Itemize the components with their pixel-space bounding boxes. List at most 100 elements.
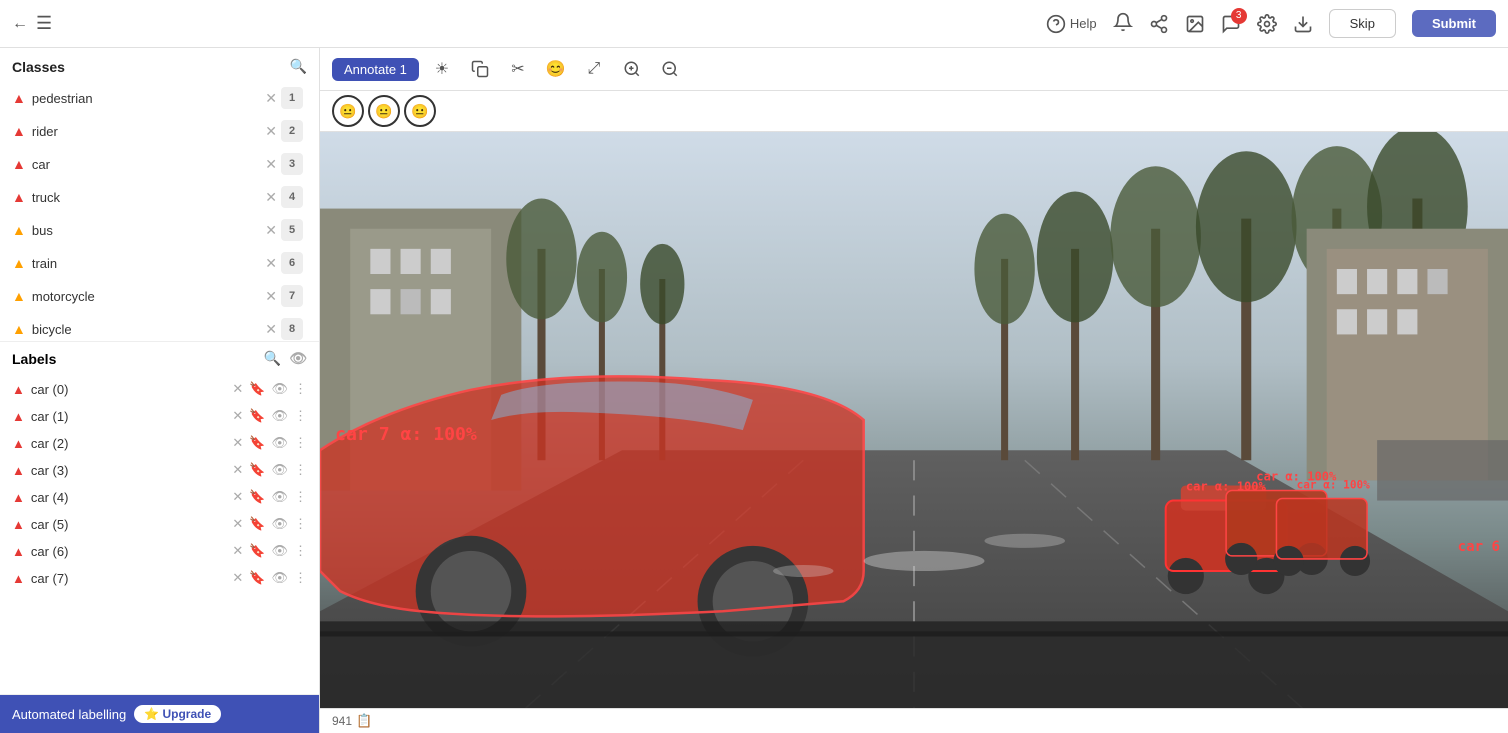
- label-pin-5[interactable]: ✕: [232, 516, 243, 532]
- skip-button[interactable]: Skip: [1329, 9, 1396, 38]
- frame-number: 941: [332, 714, 352, 728]
- label-bookmark-0[interactable]: 🔖: [249, 381, 265, 397]
- classes-header: Classes 🔍: [0, 48, 319, 81]
- class-item-train[interactable]: ▲ train ✕ 6: [4, 247, 315, 279]
- label-eye-5[interactable]: 👁: [271, 516, 288, 532]
- help-button[interactable]: Help: [1046, 14, 1097, 34]
- emoji-btn-0[interactable]: 😐: [332, 95, 364, 127]
- label-actions-1: ✕ 🔖 👁 ⋮: [232, 408, 307, 424]
- auto-label-footer[interactable]: Automated labelling ⭐ Upgrade: [0, 694, 319, 733]
- label-item-2[interactable]: ▲ car (2) ✕ 🔖 👁 ⋮: [4, 430, 315, 456]
- duplicate-tool[interactable]: [465, 54, 495, 84]
- label-more-5[interactable]: ⋮: [294, 516, 307, 532]
- label-item-3[interactable]: ▲ car (3) ✕ 🔖 👁 ⋮: [4, 457, 315, 483]
- label-pin-4[interactable]: ✕: [232, 489, 243, 505]
- label-more-7[interactable]: ⋮: [294, 570, 307, 586]
- label-eye-3[interactable]: 👁: [271, 462, 288, 478]
- pin-icon-0[interactable]: ✕: [265, 90, 277, 107]
- label-item-1[interactable]: ▲ car (1) ✕ 🔖 👁 ⋮: [4, 403, 315, 429]
- svg-text:car α: 100%: car α: 100%: [1186, 479, 1267, 493]
- label-pin-0[interactable]: ✕: [232, 381, 243, 397]
- label-pin-3[interactable]: ✕: [232, 462, 243, 478]
- labels-eye-icon[interactable]: 👁: [289, 350, 307, 367]
- label-icon-7: ▲: [12, 571, 25, 586]
- label-bookmark-7[interactable]: 🔖: [249, 570, 265, 586]
- cut-tool[interactable]: ✂: [503, 54, 533, 84]
- label-more-6[interactable]: ⋮: [294, 543, 307, 559]
- label-pin-1[interactable]: ✕: [232, 408, 243, 424]
- label-item-4[interactable]: ▲ car (4) ✕ 🔖 👁 ⋮: [4, 484, 315, 510]
- classes-search-icon[interactable]: 🔍: [290, 58, 307, 75]
- image-button[interactable]: [1185, 14, 1205, 34]
- brightness-tool[interactable]: ☀: [427, 54, 457, 84]
- label-eye-1[interactable]: 👁: [271, 408, 288, 424]
- auto-label-text: Automated labelling: [12, 707, 126, 722]
- zoom-in-tool[interactable]: [617, 54, 647, 84]
- class-item-pedestrian[interactable]: ▲ pedestrian ✕ 1: [4, 82, 315, 114]
- menu-icon[interactable]: ☰: [36, 13, 52, 34]
- export-button[interactable]: [1293, 14, 1313, 34]
- expand-tool[interactable]: ⤢: [579, 54, 609, 84]
- label-bookmark-4[interactable]: 🔖: [249, 489, 265, 505]
- zoom-out-tool[interactable]: [655, 54, 685, 84]
- svg-text:car 7 α: 100%: car 7 α: 100%: [335, 424, 477, 445]
- pin-icon-6[interactable]: ✕: [265, 288, 277, 305]
- pin-icon-7[interactable]: ✕: [265, 321, 277, 338]
- label-bookmark-5[interactable]: 🔖: [249, 516, 265, 532]
- class-item-rider[interactable]: ▲ rider ✕ 2: [4, 115, 315, 147]
- settings-button[interactable]: [1257, 14, 1277, 34]
- class-item-truck[interactable]: ▲ truck ✕ 4: [4, 181, 315, 213]
- label-icon-1: ▲: [12, 409, 25, 424]
- label-more-0[interactable]: ⋮: [294, 381, 307, 397]
- labels-search-icon[interactable]: 🔍: [264, 350, 281, 367]
- label-icon-3: ▲: [12, 463, 25, 478]
- label-pin-2[interactable]: ✕: [232, 435, 243, 451]
- zoom-in-icon: [623, 60, 641, 78]
- label-item-0[interactable]: ▲ car (0) ✕ 🔖 👁 ⋮: [4, 376, 315, 402]
- class-icon-5: ▲: [12, 255, 26, 271]
- label-pin-7[interactable]: ✕: [232, 570, 243, 586]
- label-more-1[interactable]: ⋮: [294, 408, 307, 424]
- emoji-tool[interactable]: 😊: [541, 54, 571, 84]
- pin-icon-1[interactable]: ✕: [265, 123, 277, 140]
- share-button[interactable]: [1149, 14, 1169, 34]
- pin-icon-2[interactable]: ✕: [265, 156, 277, 173]
- copy-icon[interactable]: 📋: [356, 713, 372, 729]
- label-eye-0[interactable]: 👁: [271, 381, 288, 397]
- submit-button[interactable]: Submit: [1412, 10, 1496, 37]
- top-bar: ← ☰ Help 3 Skip Submit: [0, 0, 1508, 48]
- pin-icon-3[interactable]: ✕: [265, 189, 277, 206]
- class-item-motorcycle[interactable]: ▲ motorcycle ✕ 7: [4, 280, 315, 312]
- label-eye-6[interactable]: 👁: [271, 543, 288, 559]
- label-eye-2[interactable]: 👁: [271, 435, 288, 451]
- svg-text:car 6 α: 100%: car 6 α: 100%: [1458, 539, 1508, 555]
- class-item-car[interactable]: ▲ car ✕ 3: [4, 148, 315, 180]
- pin-icon-5[interactable]: ✕: [265, 255, 277, 272]
- chat-button[interactable]: 3: [1221, 14, 1241, 34]
- label-eye-4[interactable]: 👁: [271, 489, 288, 505]
- label-item-5[interactable]: ▲ car (5) ✕ 🔖 👁 ⋮: [4, 511, 315, 537]
- label-eye-7[interactable]: 👁: [271, 570, 288, 586]
- label-more-4[interactable]: ⋮: [294, 489, 307, 505]
- classes-list: ▲ pedestrian ✕ 1 ▲ rider ✕ 2 ▲ car ✕ 3 ▲…: [0, 81, 319, 341]
- notification-bell[interactable]: [1113, 12, 1133, 35]
- emoji-btn-2[interactable]: 😐: [404, 95, 436, 127]
- upgrade-badge[interactable]: ⭐ Upgrade: [134, 705, 221, 723]
- label-bookmark-6[interactable]: 🔖: [249, 543, 265, 559]
- label-bookmark-2[interactable]: 🔖: [249, 435, 265, 451]
- label-item-6[interactable]: ▲ car (6) ✕ 🔖 👁 ⋮: [4, 538, 315, 564]
- class-item-bus[interactable]: ▲ bus ✕ 5: [4, 214, 315, 246]
- back-icon[interactable]: ←: [12, 15, 28, 33]
- annotate-tab[interactable]: Annotate 1: [332, 58, 419, 81]
- pin-icon-4[interactable]: ✕: [265, 222, 277, 239]
- label-bookmark-1[interactable]: 🔖: [249, 408, 265, 424]
- label-item-7[interactable]: ▲ car (7) ✕ 🔖 👁 ⋮: [4, 565, 315, 591]
- label-actions-7: ✕ 🔖 👁 ⋮: [232, 570, 307, 586]
- class-label-0: pedestrian: [32, 91, 265, 106]
- label-bookmark-3[interactable]: 🔖: [249, 462, 265, 478]
- class-item-bicycle[interactable]: ▲ bicycle ✕ 8: [4, 313, 315, 341]
- label-pin-6[interactable]: ✕: [232, 543, 243, 559]
- label-more-3[interactable]: ⋮: [294, 462, 307, 478]
- label-more-2[interactable]: ⋮: [294, 435, 307, 451]
- emoji-btn-1[interactable]: 😐: [368, 95, 400, 127]
